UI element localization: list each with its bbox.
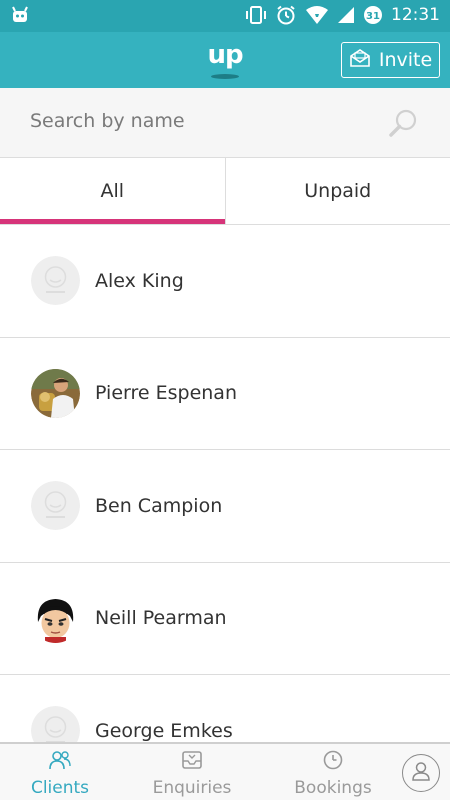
wifi-icon: [305, 5, 329, 25]
search-icon[interactable]: [388, 108, 418, 142]
client-name: Pierre Espenan: [95, 382, 237, 405]
avatar-placeholder-icon: [31, 706, 80, 742]
calendar-icon: 31: [363, 5, 383, 25]
filter-tabs: All Unpaid: [0, 158, 450, 225]
client-row-ben-campion[interactable]: Ben Campion: [0, 450, 450, 563]
client-name: Neill Pearman: [95, 607, 227, 630]
tab-selected-indicator: [0, 219, 225, 224]
nav-clients[interactable]: Clients: [22, 744, 98, 800]
inbox-icon: [181, 750, 203, 775]
android-icon: [10, 6, 30, 30]
client-row-alex-king[interactable]: Alex King: [0, 225, 450, 338]
status-time: 12:31: [391, 5, 440, 25]
vibrate-icon: [245, 5, 267, 25]
client-name: Ben Campion: [95, 494, 223, 517]
signal-icon: [337, 6, 355, 24]
nav-clients-label: Clients: [30, 778, 90, 798]
tab-unpaid-label: Unpaid: [304, 180, 372, 202]
calendar-day-text: 31: [366, 11, 380, 22]
invite-button[interactable]: Invite: [341, 42, 440, 78]
logo-text: up: [207, 40, 243, 70]
profile-button[interactable]: [402, 754, 440, 792]
avatar-placeholder-icon: [31, 256, 80, 306]
client-row-pierre-espenan[interactable]: Pierre Espenan: [0, 338, 450, 450]
search-input[interactable]: [30, 110, 360, 132]
nav-enquiries[interactable]: Enquiries: [146, 744, 238, 800]
app-bar: up Invite: [0, 32, 450, 88]
avatar-photo: [31, 368, 80, 418]
people-icon: [48, 750, 72, 775]
tab-all[interactable]: All: [0, 158, 225, 224]
client-name: Alex King: [95, 269, 184, 292]
envelope-icon: [349, 48, 371, 73]
invite-label: Invite: [378, 49, 433, 71]
tab-all-label: All: [100, 180, 125, 202]
nav-enquiries-label: Enquiries: [152, 778, 232, 798]
client-list: Alex King Pierre Espenan Ben Campion Nei…: [0, 225, 450, 742]
client-row-george-emkes[interactable]: George Emkes: [0, 675, 450, 742]
user-icon: [410, 760, 432, 786]
avatar-placeholder-icon: [31, 481, 80, 531]
avatar-cartoon: [31, 593, 80, 643]
client-row-neill-pearman[interactable]: Neill Pearman: [0, 563, 450, 675]
logo-shadow: [211, 74, 239, 79]
clock-icon: [322, 750, 344, 775]
search-bar: [0, 88, 450, 158]
tab-unpaid[interactable]: Unpaid: [224, 158, 450, 224]
nav-bookings[interactable]: Bookings: [290, 744, 376, 800]
app-logo: up: [205, 42, 245, 82]
bottom-nav: Clients Enquiries Bookings: [0, 742, 450, 800]
alarm-icon: [275, 4, 297, 26]
client-name: George Emkes: [95, 719, 233, 742]
status-bar: 31 12:31: [0, 0, 450, 32]
nav-bookings-label: Bookings: [294, 778, 372, 798]
